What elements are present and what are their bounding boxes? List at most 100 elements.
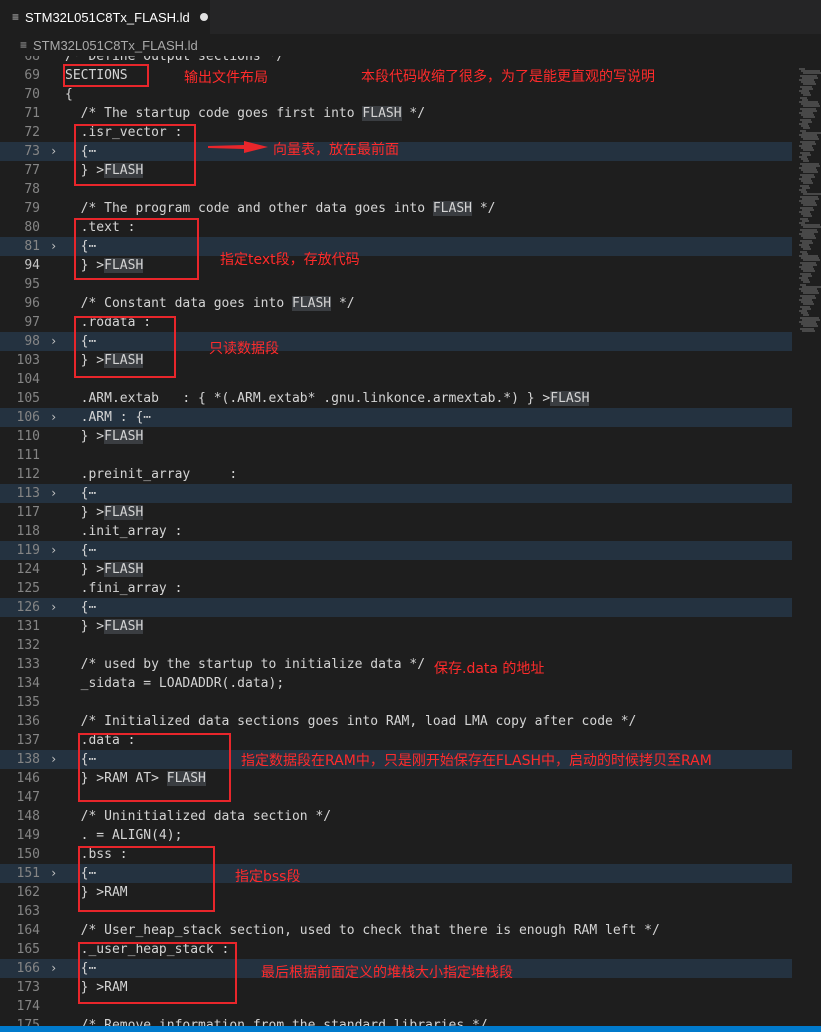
line-number: 79 bbox=[24, 201, 40, 216]
line-number: 166 bbox=[16, 961, 40, 976]
annotation-summary: 本段代码收缩了很多，为了是能更直观的写说明 bbox=[361, 69, 655, 85]
fold-chevron-icon[interactable]: › bbox=[50, 484, 57, 503]
code-line[interactable]: 133 /* used by the startup to initialize… bbox=[0, 655, 792, 674]
code-text: . = ALIGN(4); bbox=[65, 828, 183, 843]
arrow-right-icon bbox=[208, 141, 268, 153]
code-line[interactable]: 110 } >FLASH bbox=[0, 427, 792, 446]
code-line[interactable]: 131 } >FLASH bbox=[0, 617, 792, 636]
code-line[interactable]: 106 › .ARM : {⋯ bbox=[0, 408, 792, 427]
code-text: { bbox=[65, 87, 73, 102]
line-number: 73 bbox=[24, 144, 40, 159]
line-number: 106 bbox=[16, 410, 40, 425]
code-line[interactable]: 96 /* Constant data goes into FLASH */ bbox=[0, 294, 792, 313]
code-text: } >FLASH bbox=[65, 619, 144, 634]
tab-bar: ≡ STM32L051C8Tx_FLASH.ld bbox=[0, 0, 821, 34]
code-line[interactable]: 112 .preinit_array : bbox=[0, 465, 792, 484]
code-text: } >FLASH bbox=[65, 562, 144, 577]
line-number: 149 bbox=[16, 828, 40, 843]
code-line[interactable]: 135 bbox=[0, 693, 792, 712]
minimap-line bbox=[802, 329, 815, 332]
annotation-bss: 指定bss段 bbox=[235, 869, 301, 885]
code-line[interactable]: 71 /* The startup code goes first into F… bbox=[0, 104, 792, 123]
lines-file-icon: ≡ bbox=[20, 38, 28, 52]
line-number: 163 bbox=[16, 904, 40, 919]
line-number: 133 bbox=[16, 657, 40, 672]
line-number: 69 bbox=[24, 68, 40, 83]
tab-editor-file[interactable]: ≡ STM32L051C8Tx_FLASH.ld bbox=[0, 0, 210, 34]
code-text: /* Initialized data sections goes into R… bbox=[65, 714, 637, 729]
code-line[interactable]: 105 .ARM.extab : { *(.ARM.extab* .gnu.li… bbox=[0, 389, 792, 408]
unsaved-dot-icon[interactable] bbox=[199, 13, 208, 21]
fold-chevron-icon[interactable]: › bbox=[50, 750, 57, 769]
line-number: 97 bbox=[24, 315, 40, 330]
line-number: 131 bbox=[16, 619, 40, 634]
code-line[interactable]: 111 bbox=[0, 446, 792, 465]
code-line[interactable]: 149 . = ALIGN(4); bbox=[0, 826, 792, 845]
fold-chevron-icon[interactable]: › bbox=[50, 598, 57, 617]
code-line[interactable]: 175 /* Remove information from the stand… bbox=[0, 1016, 792, 1026]
code-text: {⋯ bbox=[65, 543, 97, 558]
line-number: 103 bbox=[16, 353, 40, 368]
line-number: 68 bbox=[24, 56, 40, 64]
status-bar bbox=[0, 1026, 821, 1032]
data-box bbox=[78, 733, 231, 802]
heap-stack-box bbox=[78, 942, 237, 1004]
breadcrumb-file[interactable]: STM32L051C8Tx_FLASH.ld bbox=[33, 38, 198, 53]
annotation-sections: 输出文件布局 bbox=[184, 70, 268, 86]
code-line[interactable]: 126 › {⋯ bbox=[0, 598, 792, 617]
isr-vector-box bbox=[74, 124, 196, 186]
line-number: 110 bbox=[16, 429, 40, 444]
lines-file-icon: ≡ bbox=[12, 10, 20, 24]
rodata-box bbox=[74, 316, 176, 378]
code-line[interactable]: 119 › {⋯ bbox=[0, 541, 792, 560]
code-text: _sidata = LOADADDR(.data); bbox=[65, 676, 285, 691]
code-line[interactable]: 148 /* Uninitialized data section */ bbox=[0, 807, 792, 826]
code-text: /* used by the startup to initialize dat… bbox=[65, 657, 426, 672]
code-text: {⋯ bbox=[65, 600, 97, 615]
fold-chevron-icon[interactable]: › bbox=[50, 408, 57, 427]
fold-chevron-icon[interactable]: › bbox=[50, 332, 57, 351]
annotation-sidata: 保存.data 的地址 bbox=[434, 661, 545, 677]
line-number: 135 bbox=[16, 695, 40, 710]
code-text: /* The program code and other data goes … bbox=[65, 201, 496, 216]
line-number: 104 bbox=[16, 372, 40, 387]
line-number: 126 bbox=[16, 600, 40, 615]
line-number: 136 bbox=[16, 714, 40, 729]
line-number: 98 bbox=[24, 334, 40, 349]
code-line[interactable]: 124 } >FLASH bbox=[0, 560, 792, 579]
line-number: 80 bbox=[24, 220, 40, 235]
code-line[interactable]: 132 bbox=[0, 636, 792, 655]
fold-chevron-icon[interactable]: › bbox=[50, 864, 57, 883]
code-line[interactable]: 164 /* User_heap_stack section, used to … bbox=[0, 921, 792, 940]
line-number: 134 bbox=[16, 676, 40, 691]
code-line[interactable]: 118 .init_array : bbox=[0, 522, 792, 541]
code-text: } >FLASH bbox=[65, 505, 144, 520]
line-number: 119 bbox=[16, 543, 40, 558]
line-number: 95 bbox=[24, 277, 40, 292]
line-number: 146 bbox=[16, 771, 40, 786]
line-number: 147 bbox=[16, 790, 40, 805]
fold-chevron-icon[interactable]: › bbox=[50, 142, 57, 161]
fold-chevron-icon[interactable]: › bbox=[50, 541, 57, 560]
line-number: 124 bbox=[16, 562, 40, 577]
line-number: 72 bbox=[24, 125, 40, 140]
fold-chevron-icon[interactable]: › bbox=[50, 959, 57, 978]
text-box bbox=[74, 218, 199, 280]
code-line[interactable]: 79 /* The program code and other data go… bbox=[0, 199, 792, 218]
code-line[interactable]: 113 › {⋯ bbox=[0, 484, 792, 503]
code-line[interactable]: 134 _sidata = LOADADDR(.data); bbox=[0, 674, 792, 693]
code-line[interactable]: 70 { bbox=[0, 85, 792, 104]
code-line[interactable]: 117 } >FLASH bbox=[0, 503, 792, 522]
fold-chevron-icon[interactable]: › bbox=[50, 237, 57, 256]
line-number: 94 bbox=[24, 258, 40, 273]
line-number: 113 bbox=[16, 486, 40, 501]
tab-title: STM32L051C8Tx_FLASH.ld bbox=[25, 9, 190, 25]
code-text: /* Constant data goes into FLASH */ bbox=[65, 296, 355, 311]
code-line[interactable]: 136 /* Initialized data sections goes in… bbox=[0, 712, 792, 731]
minimap[interactable] bbox=[797, 56, 821, 1026]
breadcrumb: ≡ STM32L051C8Tx_FLASH.ld bbox=[0, 34, 821, 56]
line-number: 165 bbox=[16, 942, 40, 957]
annotation-data: 指定数据段在RAM中，只是刚开始保存在FLASH中，启动的时候拷贝至RAM bbox=[241, 753, 712, 769]
code-line[interactable]: 125 .fini_array : bbox=[0, 579, 792, 598]
line-number: 137 bbox=[16, 733, 40, 748]
